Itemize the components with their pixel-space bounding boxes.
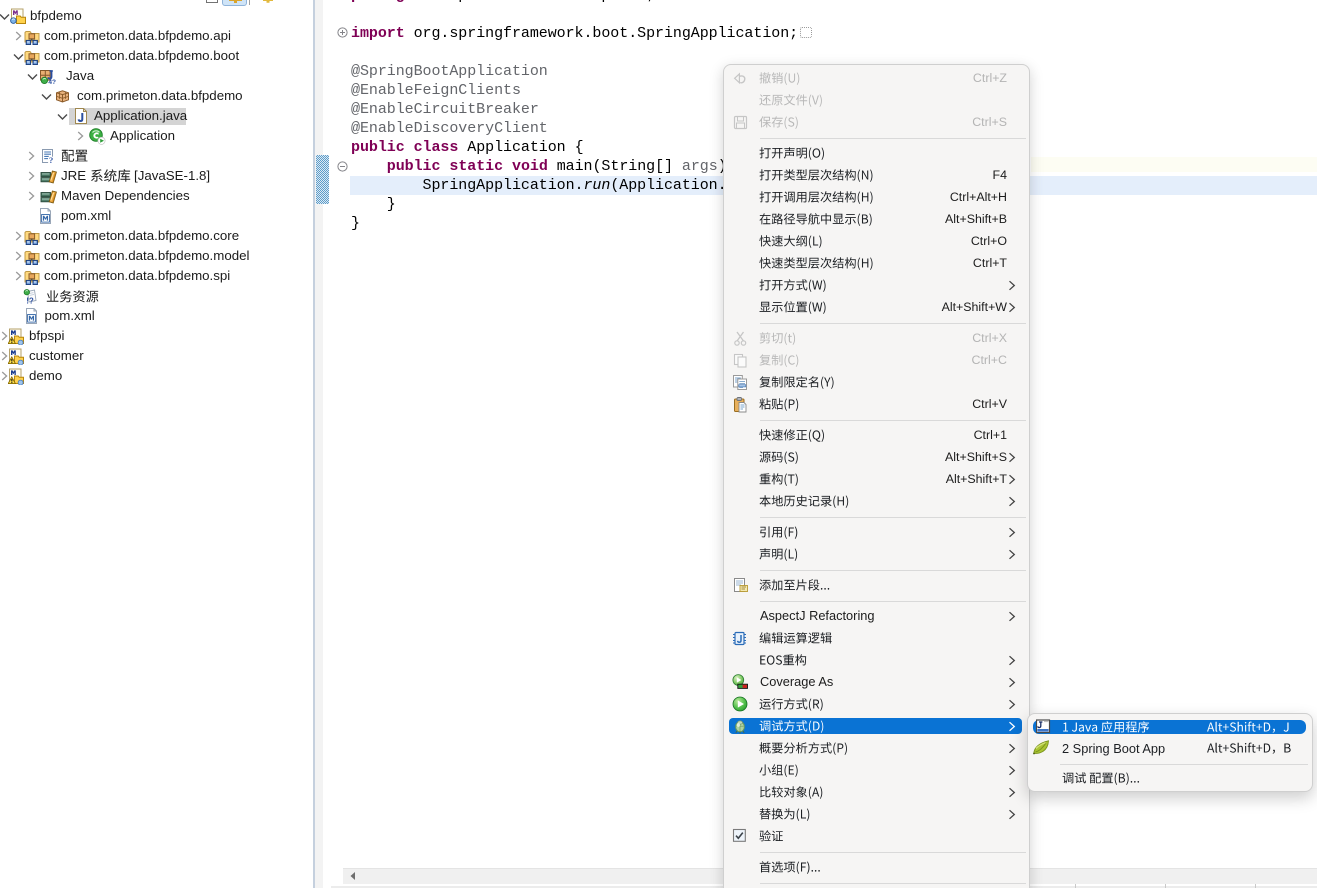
svg-text:?: ? xyxy=(49,155,53,165)
svg-text:!?: !? xyxy=(26,297,34,305)
svg-text:4?: 4? xyxy=(48,79,56,86)
